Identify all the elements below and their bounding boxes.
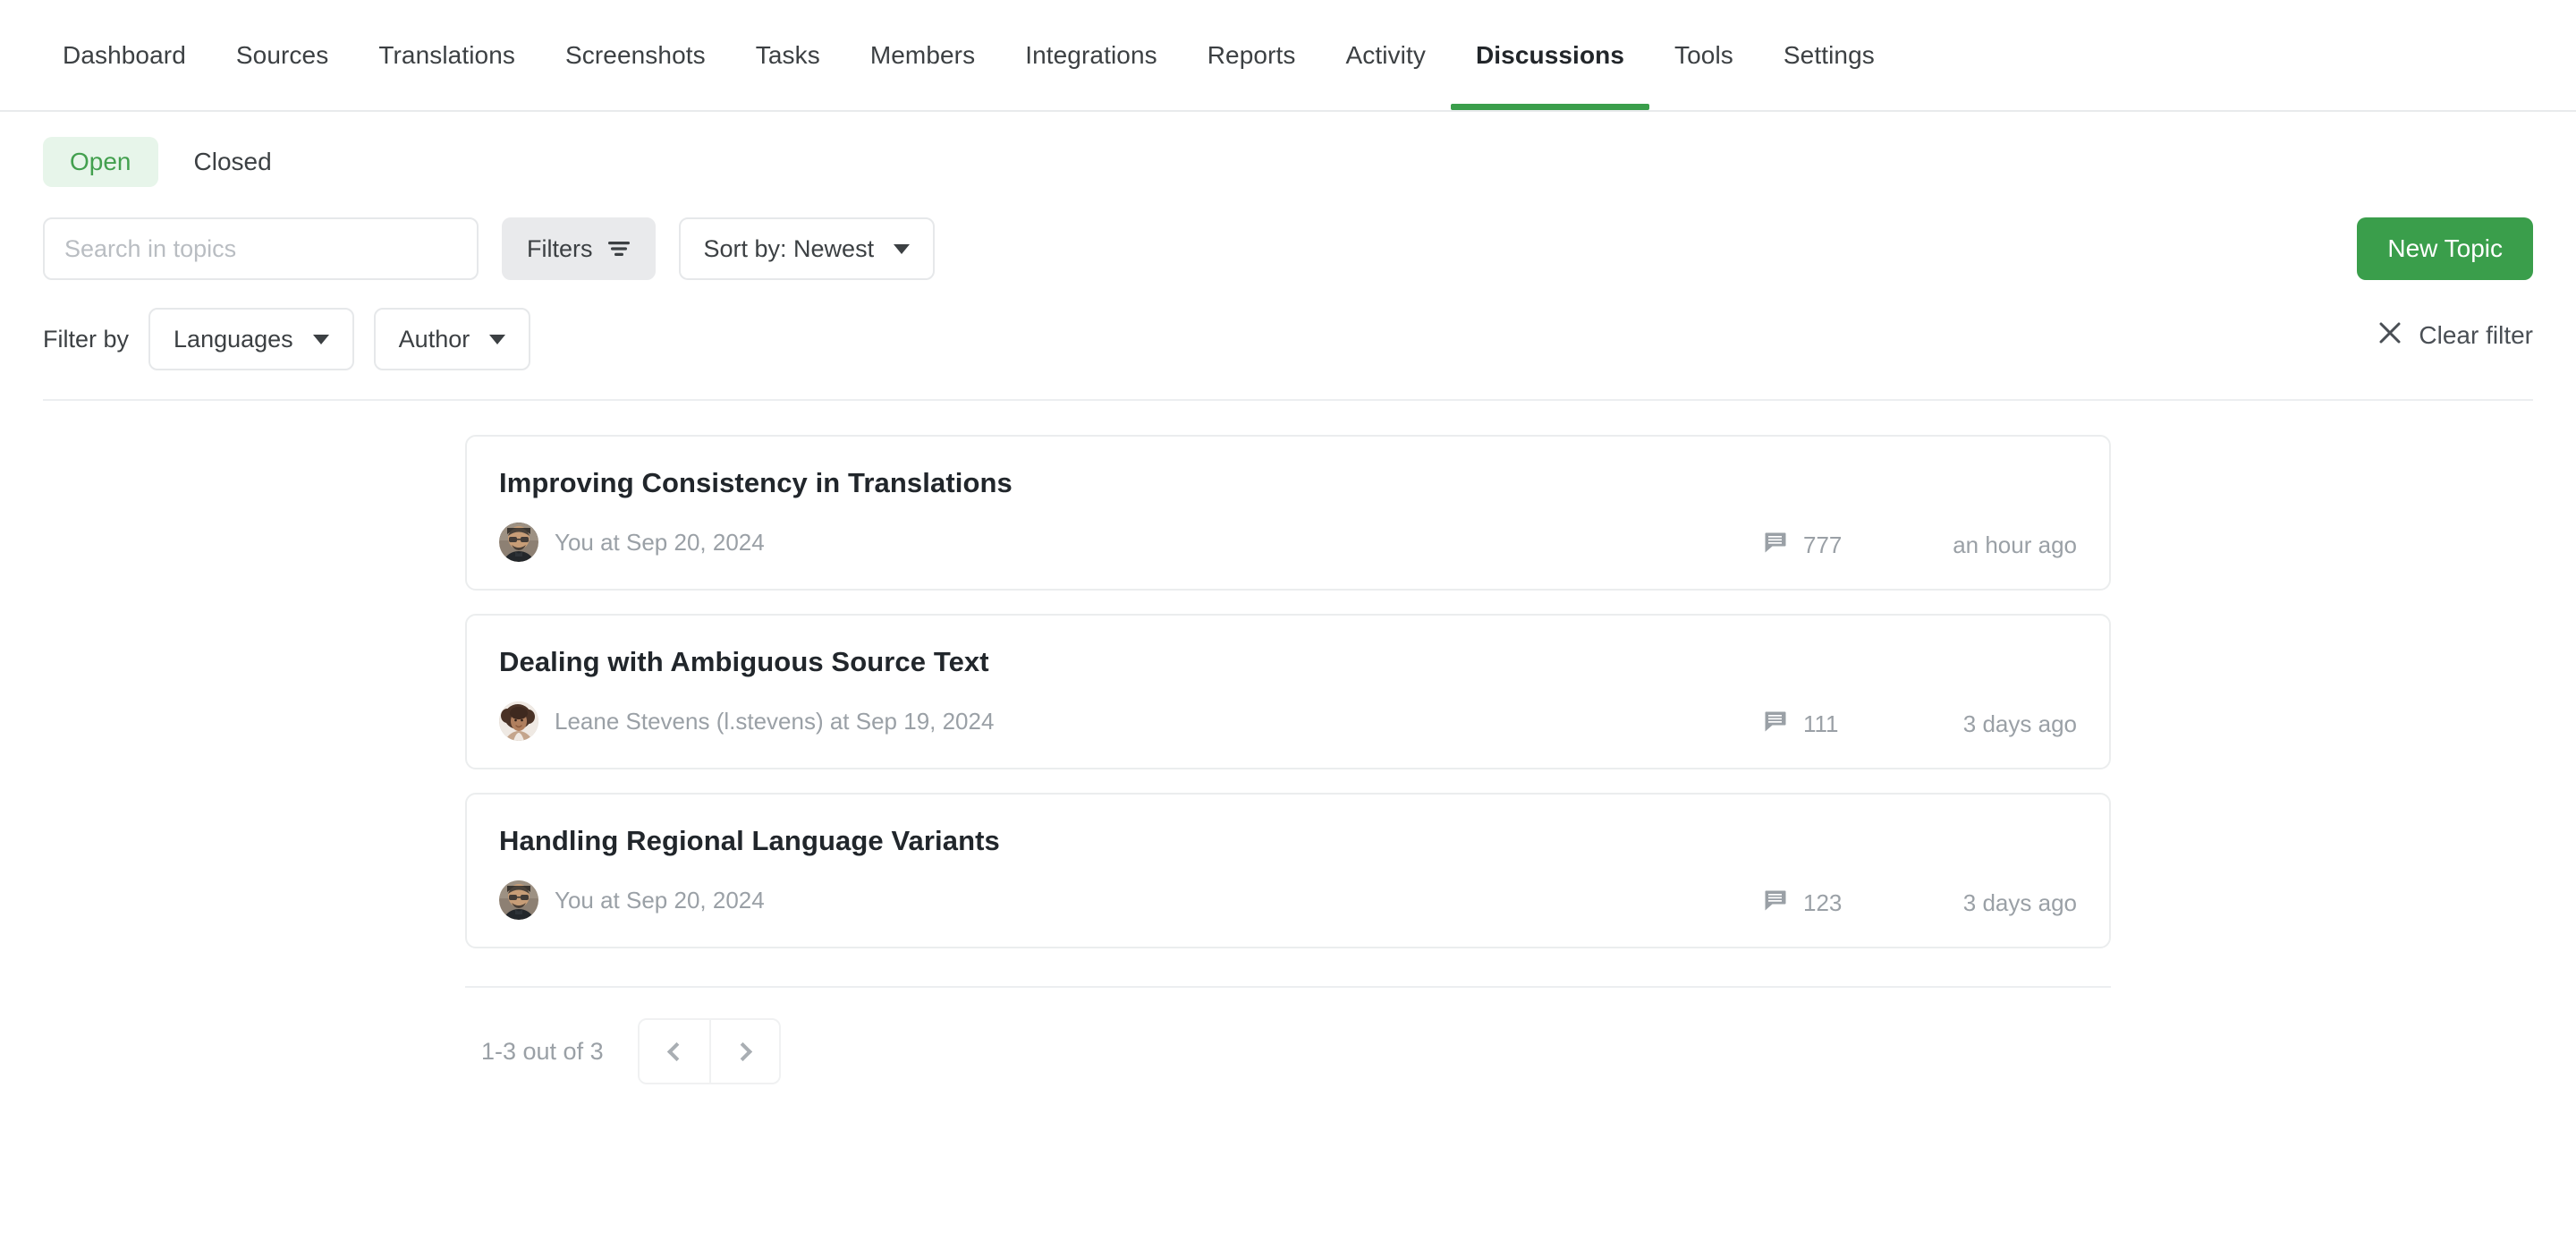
sort-by-button[interactable]: Sort by: Newest bbox=[679, 217, 936, 280]
nav-item-label: Settings bbox=[1784, 41, 1875, 70]
nav-item-members[interactable]: Members bbox=[845, 0, 1000, 110]
nav-items: Dashboard Sources Translations Screensho… bbox=[43, 0, 1900, 110]
topic-card[interactable]: Improving Consistency in Translations bbox=[465, 435, 2111, 591]
nav-item-label: Reports bbox=[1208, 41, 1296, 70]
topic-card[interactable]: Dealing with Ambiguous Source Text bbox=[465, 614, 2111, 769]
nav-item-integrations[interactable]: Integrations bbox=[1000, 0, 1182, 110]
clear-filter-button[interactable]: Clear filter bbox=[2377, 308, 2533, 363]
author-filter-dropdown[interactable]: Author bbox=[374, 308, 531, 370]
topic-title: Dealing with Ambiguous Source Text bbox=[499, 646, 2077, 678]
pagination: 1-3 out of 3 bbox=[465, 988, 2111, 1084]
avatar bbox=[499, 701, 538, 741]
nav-item-label: Discussions bbox=[1476, 41, 1624, 70]
nav-item-sources[interactable]: Sources bbox=[211, 0, 353, 110]
comment-count: 123 bbox=[1764, 888, 1898, 918]
nav-item-label: Translations bbox=[378, 41, 515, 70]
comment-count-value: 123 bbox=[1803, 889, 1842, 917]
nav-item-tasks[interactable]: Tasks bbox=[731, 0, 845, 110]
nav-item-label: Tasks bbox=[756, 41, 820, 70]
topic-card[interactable]: Handling Regional Language Variants bbox=[465, 793, 2111, 948]
comment-count-value: 777 bbox=[1803, 531, 1842, 559]
comment-count-value: 111 bbox=[1803, 710, 1839, 738]
filters-button[interactable]: Filters bbox=[502, 217, 656, 280]
pagination-next-button[interactable] bbox=[709, 1020, 779, 1083]
main-navigation: Dashboard Sources Translations Screensho… bbox=[0, 0, 2576, 112]
filter-by-row: Filter by Languages Author Clear filter bbox=[0, 280, 2576, 370]
nav-item-reports[interactable]: Reports bbox=[1182, 0, 1321, 110]
topic-title: Handling Regional Language Variants bbox=[499, 825, 2077, 857]
author-filter-label: Author bbox=[399, 326, 470, 353]
topic-author-date: You at Sep 20, 2024 bbox=[555, 887, 765, 914]
topic-state-tabs: Open Closed bbox=[0, 112, 2576, 187]
nav-item-label: Screenshots bbox=[565, 41, 706, 70]
topic-author-date: You at Sep 20, 2024 bbox=[555, 529, 765, 557]
search-input[interactable] bbox=[43, 217, 479, 280]
comment-icon bbox=[1764, 710, 1789, 739]
topic-title: Improving Consistency in Translations bbox=[499, 467, 2077, 499]
chevron-left-icon bbox=[667, 1041, 686, 1060]
nav-item-dashboard[interactable]: Dashboard bbox=[43, 0, 211, 110]
nav-item-screenshots[interactable]: Screenshots bbox=[540, 0, 731, 110]
topics-toolbar: Filters Sort by: Newest New Topic bbox=[0, 187, 2576, 280]
avatar bbox=[499, 880, 538, 920]
topic-time-ago: 3 days ago bbox=[1898, 889, 2077, 917]
nav-item-tools[interactable]: Tools bbox=[1649, 0, 1758, 110]
nav-item-label: Activity bbox=[1345, 41, 1425, 70]
nav-item-label: Integrations bbox=[1025, 41, 1157, 70]
topic-stats: 777 an hour ago bbox=[1764, 531, 2077, 560]
new-topic-button[interactable]: New Topic bbox=[2357, 217, 2533, 280]
topic-time-ago: an hour ago bbox=[1898, 531, 2077, 559]
comment-count: 111 bbox=[1764, 710, 1898, 739]
nav-item-label: Members bbox=[870, 41, 975, 70]
nav-item-translations[interactable]: Translations bbox=[353, 0, 540, 110]
chevron-down-icon bbox=[313, 335, 329, 344]
tab-closed-label: Closed bbox=[194, 148, 272, 175]
avatar bbox=[499, 523, 538, 562]
close-icon bbox=[2377, 320, 2402, 352]
tab-closed[interactable]: Closed bbox=[167, 137, 299, 187]
tab-open[interactable]: Open bbox=[43, 137, 158, 187]
nav-item-discussions[interactable]: Discussions bbox=[1451, 0, 1649, 110]
pagination-prev-button[interactable] bbox=[640, 1020, 709, 1083]
sort-by-label: Sort by: Newest bbox=[704, 235, 875, 263]
filters-button-label: Filters bbox=[527, 235, 593, 263]
nav-item-activity[interactable]: Activity bbox=[1320, 0, 1450, 110]
languages-filter-label: Languages bbox=[174, 326, 293, 353]
topic-stats: 111 3 days ago bbox=[1764, 710, 2077, 739]
topic-author-date: Leane Stevens (l.stevens) at Sep 19, 202… bbox=[555, 708, 994, 735]
clear-filter-label: Clear filter bbox=[2419, 321, 2533, 350]
topic-stats: 123 3 days ago bbox=[1764, 888, 2077, 918]
topic-time-ago: 3 days ago bbox=[1898, 710, 2077, 738]
comment-icon bbox=[1764, 531, 1789, 560]
chevron-down-icon bbox=[489, 335, 505, 344]
nav-item-label: Sources bbox=[236, 41, 328, 70]
filter-by-label: Filter by bbox=[43, 326, 129, 353]
topic-list: Improving Consistency in Translations bbox=[0, 401, 2576, 972]
pagination-count: 1-3 out of 3 bbox=[481, 1038, 604, 1066]
comment-icon bbox=[1764, 888, 1789, 918]
nav-item-settings[interactable]: Settings bbox=[1758, 0, 1900, 110]
chevron-right-icon bbox=[733, 1041, 752, 1060]
languages-filter-dropdown[interactable]: Languages bbox=[148, 308, 354, 370]
nav-item-label: Tools bbox=[1674, 41, 1733, 70]
nav-item-label: Dashboard bbox=[63, 41, 186, 70]
filter-lines-icon bbox=[607, 240, 631, 258]
pagination-controls bbox=[638, 1018, 781, 1084]
tab-open-label: Open bbox=[70, 148, 131, 175]
comment-count: 777 bbox=[1764, 531, 1898, 560]
chevron-down-icon bbox=[894, 244, 910, 254]
